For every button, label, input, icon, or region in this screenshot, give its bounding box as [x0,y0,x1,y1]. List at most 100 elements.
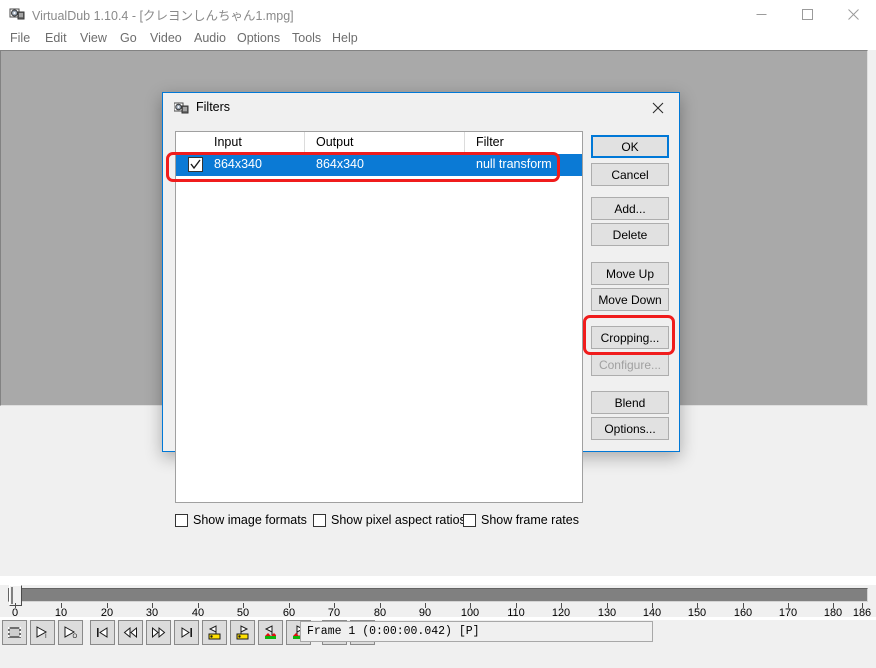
menu-go[interactable]: Go [118,30,139,47]
timeline-tick-label: 100 [460,607,480,619]
frame-status-field[interactable]: Frame 1 (0:00:00.042) [P] [300,621,653,642]
close-icon [652,102,664,114]
virtualdub-icon [9,6,25,22]
check-icon [190,159,201,170]
key-prev-icon [207,624,223,641]
prev-keyframe-button[interactable] [202,620,227,645]
timeline-tick-label: 50 [236,607,250,619]
timeline-tick-label: 160 [733,607,753,619]
add-button[interactable]: Add... [591,197,669,220]
ok-button[interactable]: OK [591,135,669,158]
rewind-icon [123,625,138,640]
move-up-button[interactable]: Move Up [591,262,669,285]
timeline-tick-label: 140 [642,607,662,619]
filters-icon [173,101,189,116]
timeline-tick-label: 90 [418,607,432,619]
next-keyframe-button[interactable] [230,620,255,645]
prev-scene-button[interactable] [258,620,283,645]
film-strip-button[interactable] [2,620,27,645]
filter-list-header: Input Output Filter [176,132,582,155]
go-end-button[interactable] [174,620,199,645]
menu-view[interactable]: View [78,30,109,47]
go-start-button[interactable] [90,620,115,645]
timeline-tick-label: 30 [145,607,159,619]
timeline-tick-label: 60 [282,607,296,619]
timeline[interactable]: 0 10 20 30 40 50 60 70 80 90 100 110 120 130 140 150 160… [0,585,876,619]
maximize-button[interactable] [784,0,830,28]
video-panel-right-gap [868,50,876,407]
forward-button[interactable] [146,620,171,645]
menu-help[interactable]: Help [330,30,360,47]
scene-prev-icon [263,624,279,641]
key-next-icon [235,624,251,641]
close-button[interactable] [830,0,876,28]
skip-end-icon [179,625,194,640]
cropping-button[interactable]: Cropping... [591,326,669,349]
menu-file[interactable]: File [8,30,32,47]
filter-list[interactable]: Input Output Filter 864x340 864x340 null tra… [175,131,583,503]
transport-toolbar: I O Frame 1 (0:00:00.042) [P] [0,620,876,650]
play-input-icon: I [35,625,50,640]
table-row[interactable]: 864x340 864x340 null transform [176,154,582,176]
title-bar: VirtualDub 1.10.4 - [クレヨンしんちゃん1.mpg] [0,0,876,28]
checkbox-box[interactable] [463,513,476,527]
timeline-tick-label: 10 [54,607,68,619]
timeline-tick-label: 0 [11,607,19,619]
show-image-formats-checkbox[interactable]: Show image formats [175,511,307,529]
play-input-button[interactable]: I [30,620,55,645]
timeline-tick-label: 40 [191,607,205,619]
column-divider[interactable] [464,132,465,154]
svg-text:O: O [73,634,78,640]
dialog-close-button[interactable] [637,93,679,123]
minimize-button[interactable] [738,0,784,28]
filter-enabled-checkbox[interactable] [188,157,203,172]
menu-edit[interactable]: Edit [43,30,69,47]
svg-text:I: I [45,634,47,640]
menu-options[interactable]: Options [235,30,282,47]
dialog-title: Filters [196,100,231,114]
checkbox-label: Show image formats [193,513,307,527]
column-header-filter[interactable]: Filter [476,135,504,149]
timeline-tick-label: 110 [507,607,525,619]
rewind-button[interactable] [118,620,143,645]
timeline-tick-label: 70 [327,607,341,619]
skip-start-icon [95,625,110,640]
maximize-icon [801,8,813,20]
close-icon [847,8,859,20]
cell-output: 864x340 [316,157,364,171]
timeline-track[interactable] [8,588,868,602]
configure-button: Configure... [591,353,669,376]
menu-video[interactable]: Video [148,30,184,47]
timeline-tick-label: 80 [373,607,387,619]
checkbox-box[interactable] [313,513,326,527]
cell-filter: null transform [476,157,552,171]
checkbox-box[interactable] [175,513,188,527]
show-pixel-aspect-ratios-checkbox[interactable]: Show pixel aspect ratios [313,511,466,529]
timeline-tick-label: 150 [687,607,707,619]
menu-bar: File Edit View Go Video Audio Options Tools Help [0,28,876,49]
timeline-tick-label: 170 [778,607,798,619]
play-output-button[interactable]: O [58,620,83,645]
display-options-row: Show image formats Show pixel aspect rati… [175,511,595,529]
menu-tools[interactable]: Tools [290,30,323,47]
delete-button[interactable]: Delete [591,223,669,246]
minimize-icon [756,13,766,15]
cell-input: 864x340 [214,157,262,171]
play-output-icon: O [63,625,78,640]
forward-icon [151,625,166,640]
blend-button[interactable]: Blend [591,391,669,414]
column-header-input[interactable]: Input [214,135,242,149]
move-down-button[interactable]: Move Down [591,288,669,311]
options-button[interactable]: Options... [591,417,669,440]
timeline-tick-label: 180 [823,607,843,619]
filters-dialog: Filters Input Output Filter 864x340 864x340… [162,92,680,527]
column-header-output[interactable]: Output [316,135,354,149]
film-frame-icon [7,625,22,640]
timeline-tick-label: 120 [551,607,571,619]
show-frame-rates-checkbox[interactable]: Show frame rates [463,511,579,529]
timeline-tick-label: 130 [597,607,617,619]
checkbox-label: Show frame rates [481,513,579,527]
menu-audio[interactable]: Audio [192,30,228,47]
cancel-button[interactable]: Cancel [591,163,669,186]
column-divider[interactable] [304,132,305,154]
